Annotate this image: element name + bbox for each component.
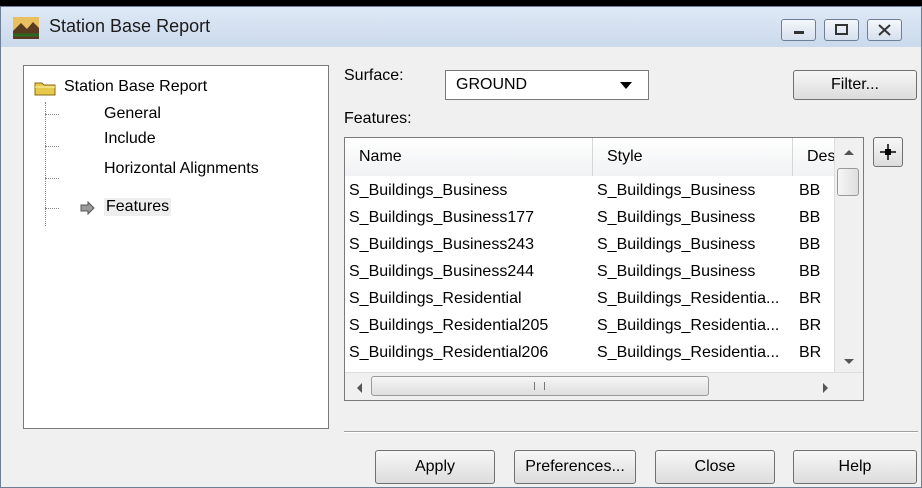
cell-name: S_Buildings_Business244 [349, 263, 535, 280]
cell-style: S_Buildings_Business [597, 182, 756, 199]
cell-style: S_Buildings_Residentia... [597, 290, 780, 307]
cell-name: S_Buildings_Business [349, 182, 508, 199]
preferences-button[interactable]: Preferences... [514, 450, 636, 484]
cell-des: BB [799, 209, 821, 226]
column-header-des[interactable]: Des [793, 138, 835, 176]
features-list[interactable]: Name Style Des S_Buildings_Business S_Bu… [344, 137, 864, 401]
cell-name: S_Buildings_Business177 [349, 209, 535, 226]
cell-des: BB [799, 182, 821, 199]
minimize-button[interactable] [781, 19, 816, 41]
table-row[interactable]: S_Buildings_Residential205 S_Buildings_R… [345, 313, 835, 340]
cell-style: S_Buildings_Business [597, 236, 756, 253]
table-row[interactable]: S_Buildings_Business244 S_Buildings_Busi… [345, 259, 835, 286]
maximize-icon [835, 24, 848, 35]
table-row[interactable]: S_Buildings_Business S_Buildings_Busines… [345, 178, 835, 205]
scroll-down-icon[interactable] [843, 358, 855, 366]
tree-line [45, 114, 59, 115]
help-button[interactable]: Help [793, 450, 917, 484]
dialog-window: Station Base Report Station Base Report … [0, 6, 922, 488]
scroll-up-icon[interactable] [843, 148, 855, 156]
tree-item-general[interactable]: General [104, 105, 161, 123]
table-row[interactable]: S_Buildings_Residential206 S_Buildings_R… [345, 340, 835, 367]
cell-des: BB [799, 263, 821, 280]
arrow-right-icon [80, 201, 95, 215]
close-icon [878, 24, 891, 36]
cell-des: BR [799, 317, 822, 334]
apply-button[interactable]: Apply [375, 450, 495, 484]
cell-des: BB [799, 236, 821, 253]
surface-value: GROUND [456, 76, 528, 93]
cell-style: S_Buildings_Business [597, 263, 756, 280]
close-window-button[interactable] [867, 19, 902, 41]
app-icon [13, 17, 39, 39]
dialog-content: Station Base Report General Include Hori… [1, 47, 921, 487]
vertical-scrollbar[interactable] [834, 138, 863, 374]
scroll-right-icon[interactable] [822, 382, 830, 394]
cell-style: S_Buildings_Residentia... [597, 344, 780, 361]
grip-icon [534, 382, 545, 390]
column-header-name[interactable]: Name [345, 138, 593, 176]
minimize-icon [794, 31, 804, 34]
tree-item-include[interactable]: Include [104, 130, 156, 148]
column-header-style[interactable]: Style [593, 138, 793, 176]
table-row[interactable]: S_Buildings_Residential S_Buildings_Resi… [345, 286, 835, 313]
surface-label: Surface: [344, 67, 404, 84]
horizontal-scroll-thumb[interactable] [371, 376, 709, 396]
cell-name: S_Buildings_Business243 [349, 236, 535, 253]
tree-item-features[interactable]: Features [104, 198, 172, 216]
title-bar[interactable]: Station Base Report [1, 7, 921, 47]
cell-name: S_Buildings_Residential205 [349, 317, 549, 334]
close-button[interactable]: Close [655, 450, 775, 484]
pick-feature-button[interactable] [873, 137, 903, 167]
tree-line [45, 208, 59, 209]
tree-line [45, 178, 59, 179]
separator [344, 431, 918, 433]
scroll-left-icon[interactable] [355, 382, 363, 394]
cell-des: BR [799, 290, 822, 307]
cell-name: S_Buildings_Residential [349, 290, 522, 307]
table-row[interactable]: S_Buildings_Business177 S_Buildings_Busi… [345, 205, 835, 232]
tree-line [45, 146, 59, 147]
horizontal-scrollbar[interactable] [345, 372, 863, 400]
cell-name: S_Buildings_Residential206 [349, 344, 549, 361]
tree-root[interactable]: Station Base Report [64, 78, 207, 96]
filter-button[interactable]: Filter... [793, 70, 917, 100]
maximize-button[interactable] [824, 19, 859, 41]
cell-style: S_Buildings_Business [597, 209, 756, 226]
folder-icon [34, 82, 56, 96]
tree-item-horizontal-alignments[interactable]: Horizontal Alignments [104, 160, 259, 178]
cell-des: BR [799, 344, 822, 361]
table-row[interactable]: S_Buildings_Business243 S_Buildings_Busi… [345, 232, 835, 259]
cell-style: S_Buildings_Residentia... [597, 317, 780, 334]
surface-combobox[interactable]: GROUND [445, 70, 649, 100]
vertical-scroll-thumb[interactable] [837, 168, 859, 196]
features-label: Features: [344, 110, 412, 127]
nav-tree: Station Base Report General Include Hori… [23, 65, 329, 429]
window-title: Station Base Report [49, 16, 211, 36]
target-icon [880, 144, 896, 160]
chevron-down-icon [620, 82, 632, 89]
